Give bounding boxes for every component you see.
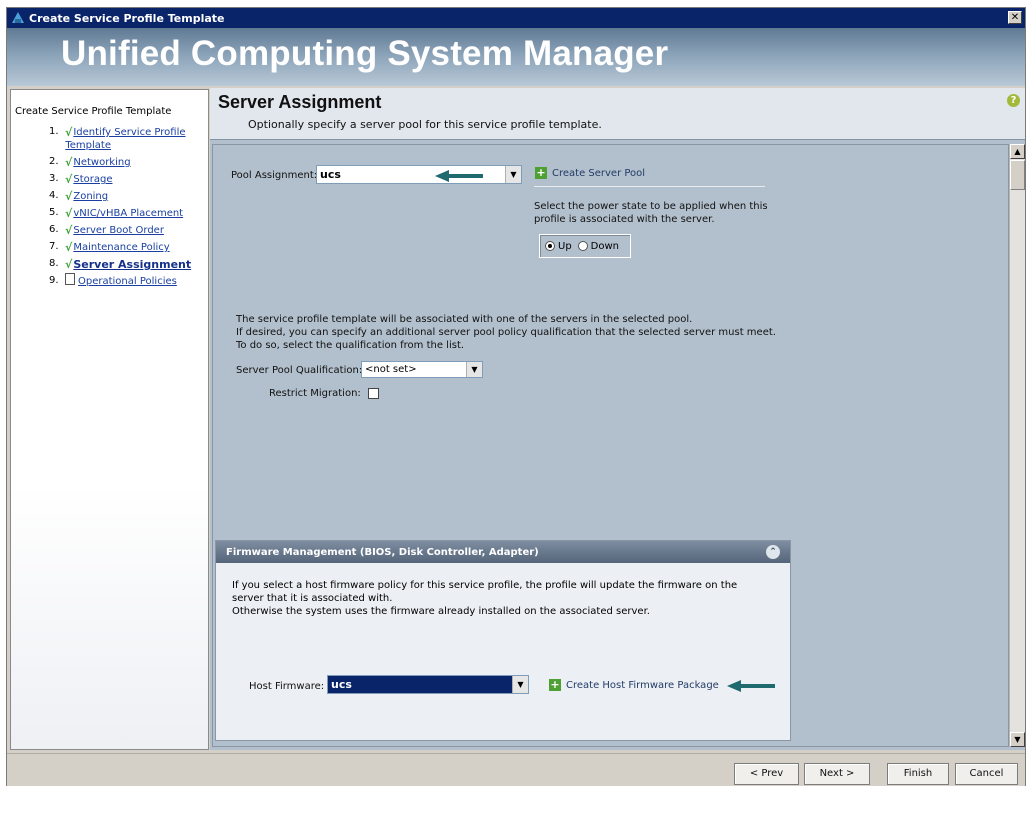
page-title: Server Assignment [218, 92, 382, 112]
step-networking[interactable]: 2. √ Networking [11, 156, 208, 169]
power-state-help: Select the power state to be applied whe… [534, 201, 768, 225]
pool-assignment-select[interactable]: ucs ▼ [316, 165, 522, 184]
finish-button[interactable]: Finish [887, 763, 949, 785]
wizard-window: Create Service Profile Template ✕ Unifie… [6, 7, 1026, 786]
step-vnic-vhba[interactable]: 5. √ vNIC/vHBA Placement [11, 207, 208, 220]
step-label[interactable]: Server Boot Order [73, 224, 164, 237]
check-icon: √ [65, 173, 73, 186]
cancel-button[interactable]: Cancel [955, 763, 1018, 785]
check-icon: √ [65, 156, 73, 169]
nav-title: Create Service Profile Template [15, 106, 172, 117]
step-label[interactable]: Storage [73, 173, 112, 186]
next-button[interactable]: Next > [804, 763, 870, 785]
help-icon[interactable]: ? [1007, 94, 1020, 107]
collapse-icon[interactable]: ⌃ [766, 545, 780, 559]
banner-title: Unified Computing System Manager [61, 34, 669, 73]
divider [534, 186, 765, 187]
power-up-radio[interactable] [545, 241, 555, 251]
check-icon: √ [65, 190, 73, 203]
pool-qualification-label: Server Pool Qualification: [236, 365, 363, 376]
page-subtitle: Optionally specify a server pool for thi… [248, 118, 602, 131]
step-server-assignment[interactable]: 8. √ Server Assignment [11, 258, 208, 271]
check-icon: √ [65, 207, 73, 220]
firmware-panel-header[interactable]: Firmware Management (BIOS, Disk Controll… [216, 541, 790, 563]
check-icon: √ [65, 241, 73, 254]
step-boot-order[interactable]: 6. √ Server Boot Order [11, 224, 208, 237]
plus-icon: + [535, 166, 547, 179]
prev-button[interactable]: < Prev [734, 763, 799, 785]
host-firmware-label: Host Firmware: [249, 681, 325, 692]
create-host-firmware-package-button[interactable]: + Create Host Firmware Package [549, 679, 719, 691]
chevron-down-icon[interactable]: ▼ [505, 166, 521, 183]
wizard-footer: < Prev Next > Finish Cancel [7, 753, 1025, 786]
check-icon: √ [65, 258, 73, 271]
callout-arrow-icon [435, 170, 483, 182]
step-label[interactable]: Networking [73, 156, 130, 169]
step-identify[interactable]: 1. √ Identify Service Profile Template [11, 126, 208, 152]
step-operational[interactable]: 9. Operational Policies [11, 273, 208, 288]
check-icon: √ [65, 224, 73, 237]
chevron-down-icon[interactable]: ▼ [512, 676, 528, 693]
step-storage[interactable]: 3. √ Storage [11, 173, 208, 186]
step-label[interactable]: Server Assignment [73, 258, 191, 271]
step-label[interactable]: vNIC/vHBA Placement [73, 207, 183, 220]
step-maintenance[interactable]: 7. √ Maintenance Policy [11, 241, 208, 254]
wizard-steps-panel: Create Service Profile Template 1. √ Ide… [10, 89, 209, 750]
pool-info-text: The service profile template will be ass… [236, 314, 776, 351]
window-title: Create Service Profile Template [29, 11, 225, 25]
restrict-migration-checkbox[interactable] [368, 388, 379, 399]
page-header: Server Assignment Optionally specify a s… [210, 88, 1025, 140]
step-label-cont[interactable]: Template [65, 139, 185, 152]
scroll-thumb[interactable] [1010, 160, 1025, 190]
firmware-info-text: If you select a host firmware policy for… [232, 580, 738, 617]
step-label[interactable]: Zoning [73, 190, 108, 203]
firmware-management-panel: Firmware Management (BIOS, Disk Controll… [215, 540, 791, 741]
chevron-down-icon[interactable]: ▼ [466, 362, 482, 377]
pool-qualification-select[interactable]: <not set> ▼ [361, 361, 483, 378]
step-label[interactable]: Operational Policies [78, 275, 177, 288]
restrict-migration-label: Restrict Migration: [269, 388, 361, 399]
step-label[interactable]: Identify Service Profile [73, 126, 185, 139]
title-bar: Create Service Profile Template ✕ [7, 8, 1025, 28]
pool-assignment-label: Pool Assignment: [231, 170, 318, 181]
document-icon [65, 273, 75, 285]
step-zoning[interactable]: 4. √ Zoning [11, 190, 208, 203]
close-icon[interactable]: ✕ [1008, 11, 1022, 24]
scroll-down-icon[interactable]: ▼ [1010, 732, 1025, 747]
callout-arrow-icon [727, 680, 775, 692]
step-label[interactable]: Maintenance Policy [73, 241, 169, 254]
power-down-radio[interactable] [577, 241, 588, 251]
banner: Unified Computing System Manager [7, 28, 1025, 86]
power-state-group: Up Down [539, 234, 632, 258]
plus-icon: + [549, 678, 561, 691]
vertical-scrollbar[interactable]: ▲ ▼ [1009, 144, 1025, 747]
app-icon [11, 11, 25, 25]
host-firmware-select[interactable]: ucs ▼ [327, 675, 529, 694]
scroll-up-icon[interactable]: ▲ [1010, 144, 1025, 159]
create-server-pool-button[interactable]: + Create Server Pool [535, 167, 645, 179]
